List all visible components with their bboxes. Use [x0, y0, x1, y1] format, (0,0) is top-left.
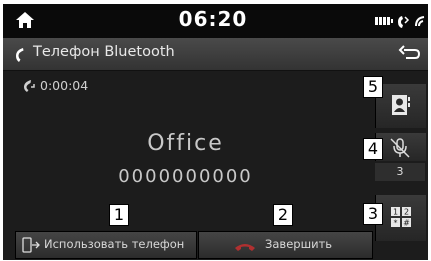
transfer-to-phone-icon	[22, 237, 40, 253]
svg-text:#: #	[403, 219, 410, 228]
callout-1: 1	[109, 204, 129, 226]
status-bar: 06:20	[3, 4, 428, 38]
call-duration: 0:00:04	[40, 78, 89, 93]
contact-number: 0000000000	[118, 166, 253, 187]
callout-4: 4	[363, 138, 383, 160]
call-panel: 0:00:04 Office 0000000000 3 1 2 * # Испо…	[3, 71, 428, 260]
contact-name: Office	[147, 131, 224, 156]
mute-volume-counter: 3	[375, 163, 425, 181]
use-phone-label: Использовать телефон	[44, 237, 185, 251]
callout-5: 5	[363, 76, 383, 98]
page-title: Телефон Bluetooth	[33, 44, 175, 60]
end-call-button[interactable]: Завершить	[198, 231, 373, 259]
svg-text:*: *	[394, 219, 398, 228]
svg-text:1: 1	[393, 208, 398, 217]
callout-3: 3	[363, 203, 383, 225]
contacts-icon	[392, 95, 410, 115]
battery-icon	[375, 17, 393, 25]
callout-2: 2	[273, 204, 293, 226]
status-icons	[375, 16, 425, 28]
end-call-label: Завершить	[265, 237, 333, 251]
title-bar: Телефон Bluetooth	[3, 38, 428, 71]
home-icon[interactable]	[12, 8, 38, 32]
phone-handset-icon	[16, 48, 24, 62]
back-icon[interactable]	[398, 44, 422, 64]
svg-text:2: 2	[404, 208, 409, 217]
clock: 06:20	[178, 7, 248, 31]
hang-up-icon	[235, 244, 255, 251]
use-phone-button[interactable]: Использовать телефон	[15, 231, 197, 259]
mic-mute-icon	[390, 138, 410, 158]
active-call-icon	[24, 80, 35, 92]
keypad-icon: 1 2 * #	[391, 207, 411, 228]
signal-icon	[415, 16, 425, 27]
bluetooth-phone-icon	[398, 16, 410, 28]
